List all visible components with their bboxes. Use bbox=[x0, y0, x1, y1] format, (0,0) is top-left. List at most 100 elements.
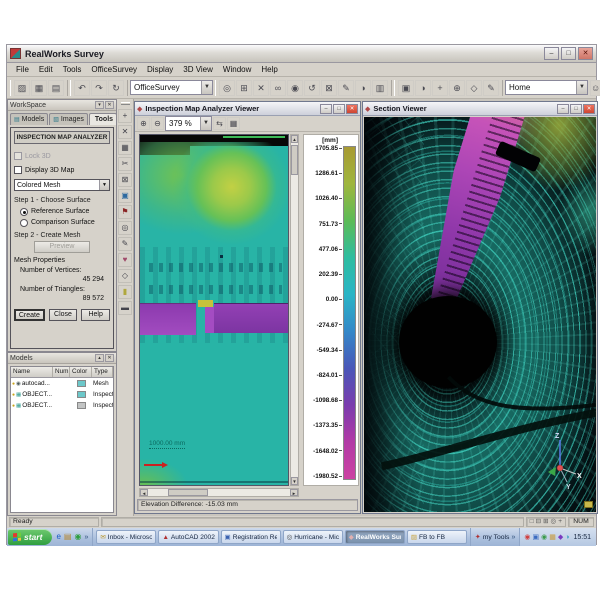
section-3d-view[interactable]: Z X Y bbox=[364, 117, 596, 512]
inspection-map-canvas[interactable]: 1000.00 mm bbox=[139, 134, 289, 486]
chart-icon[interactable]: ▥ bbox=[372, 80, 388, 96]
my-tools-label[interactable]: my Tools bbox=[483, 534, 510, 541]
merge-icon[interactable]: ∞ bbox=[270, 80, 286, 96]
panel-caption-button[interactable]: ✕ bbox=[105, 101, 114, 109]
snapshot-icon[interactable]: ▣ bbox=[398, 80, 414, 96]
redo-icon[interactable]: ↷ bbox=[91, 80, 107, 96]
home-combobox[interactable]: Home ▼ bbox=[505, 80, 588, 95]
sphere-icon[interactable]: ◉ bbox=[287, 80, 303, 96]
display-3d-map-checkbox-row[interactable]: Display 3D Map bbox=[14, 164, 110, 176]
lens-icon[interactable]: ◎ bbox=[551, 518, 557, 526]
edit-icon[interactable]: ✎ bbox=[338, 80, 354, 96]
plug-icon[interactable]: ▬ bbox=[118, 301, 132, 315]
horizontal-scrollbar[interactable]: ◄ ► bbox=[139, 488, 299, 497]
save-icon[interactable]: ▦ bbox=[31, 80, 47, 96]
balloon-icon[interactable]: ♥ bbox=[118, 253, 132, 267]
menu-item[interactable]: 3D View bbox=[178, 64, 218, 75]
task-button[interactable]: ◆ RealWorks Survey bbox=[345, 530, 405, 544]
chevron-down-icon[interactable]: ▼ bbox=[200, 117, 211, 130]
time-icon[interactable]: ◑ bbox=[355, 80, 371, 96]
swap-icon[interactable]: ⇆ bbox=[213, 117, 226, 130]
task-button[interactable]: ▣ Registration Rep... bbox=[221, 530, 281, 544]
pencil-icon[interactable]: ✎ bbox=[118, 237, 132, 251]
menu-item[interactable]: OfficeSurvey bbox=[86, 64, 142, 75]
zoom-out-icon[interactable]: ⊖ bbox=[151, 117, 164, 130]
maximize-button[interactable]: □ bbox=[561, 47, 576, 60]
orbit-icon[interactable]: ◑ bbox=[415, 80, 431, 96]
network-tray-icon[interactable]: ▣ bbox=[532, 534, 539, 541]
delete-icon[interactable]: ✕ bbox=[253, 80, 269, 96]
task-button[interactable]: ✉ Inbox - Microsof... bbox=[96, 530, 156, 544]
scroll-down-icon[interactable]: ▼ bbox=[291, 477, 298, 485]
close-button[interactable]: ✕ bbox=[583, 104, 595, 114]
preview-button[interactable]: Preview bbox=[34, 241, 90, 253]
cylinder-icon[interactable]: ▮ bbox=[118, 285, 132, 299]
print-icon[interactable]: ▤ bbox=[48, 80, 64, 96]
help-button[interactable]: Help bbox=[81, 309, 110, 321]
start-button[interactable]: start bbox=[8, 529, 52, 545]
volume-tray-icon[interactable]: ◉ bbox=[541, 534, 547, 541]
prism-icon[interactable]: ◇ bbox=[118, 269, 132, 283]
close-panel-button[interactable]: Close bbox=[49, 309, 78, 321]
reference-surface-radio-row[interactable]: Reference Surface bbox=[20, 206, 110, 217]
vertical-scrollbar[interactable]: ▲ ▼ bbox=[290, 134, 299, 486]
minimize-button[interactable]: – bbox=[557, 104, 569, 114]
comparison-surface-radio-row[interactable]: Comparison Surface bbox=[20, 217, 110, 228]
menu-item[interactable]: Display bbox=[142, 64, 178, 75]
column-header-color[interactable]: Color bbox=[70, 367, 92, 377]
maximize-button[interactable]: □ bbox=[570, 104, 582, 114]
fit-icon[interactable]: ⊠ bbox=[321, 80, 337, 96]
table-row[interactable]: ●▦OBJECT... Inspectio... bbox=[11, 400, 113, 411]
task-button[interactable]: ◎ Hurricane - Micro... bbox=[283, 530, 343, 544]
radio-icon[interactable] bbox=[20, 219, 28, 227]
user-icon[interactable]: ☺ bbox=[590, 80, 600, 96]
table-row[interactable]: ●◉autocad... Mesh bbox=[11, 378, 113, 389]
inspect-icon[interactable]: ▣ bbox=[118, 189, 132, 203]
pick-icon[interactable]: + bbox=[118, 109, 132, 123]
scroll-right-icon[interactable]: ► bbox=[290, 489, 298, 496]
workspace-tab[interactable]: ▧ Images bbox=[49, 113, 88, 125]
minimize-button[interactable]: – bbox=[544, 47, 559, 60]
menu-item[interactable]: Window bbox=[218, 64, 256, 75]
column-header-num[interactable]: Num... bbox=[53, 367, 70, 377]
workspace-tab[interactable]: Tools bbox=[89, 113, 117, 125]
checkbox-icon[interactable] bbox=[14, 152, 22, 160]
cursor-icon[interactable]: + bbox=[558, 518, 562, 526]
mesh-type-select[interactable]: Colored Mesh ▼ bbox=[14, 179, 110, 191]
panel-caption-button[interactable]: ✕ bbox=[105, 354, 114, 362]
tile-horizontal-icon[interactable]: ⊟ bbox=[536, 518, 541, 526]
panel-caption-button[interactable]: ▴ bbox=[95, 354, 104, 362]
pan-view-icon[interactable]: + bbox=[432, 80, 448, 96]
maximize-button[interactable]: □ bbox=[333, 104, 345, 114]
update-tray-icon[interactable]: ▦ bbox=[549, 534, 556, 541]
measure-icon[interactable]: ◇ bbox=[466, 80, 482, 96]
cut-icon[interactable]: ✂ bbox=[118, 157, 132, 171]
scroll-up-icon[interactable]: ▲ bbox=[291, 135, 298, 143]
chevron-more-icon[interactable]: » bbox=[84, 534, 88, 541]
module-combobox[interactable]: OfficeSurvey ▼ bbox=[130, 80, 213, 95]
segmentation-icon[interactable]: ⊞ bbox=[236, 80, 252, 96]
display-tray-icon[interactable]: ◆ bbox=[558, 534, 563, 541]
rotate-icon[interactable]: ↺ bbox=[304, 80, 320, 96]
panel-caption-button[interactable]: ▾ bbox=[95, 101, 104, 109]
chevron-down-icon[interactable]: ▼ bbox=[99, 180, 109, 190]
target-icon[interactable]: ◎ bbox=[219, 80, 235, 96]
create-button[interactable]: Create bbox=[14, 309, 45, 321]
workspace-tab[interactable]: ▤ Models bbox=[10, 113, 48, 125]
tile-vertical-icon[interactable]: ⊞ bbox=[543, 518, 548, 526]
task-button[interactable]: ▲ AutoCAD 2002 bbox=[158, 530, 218, 544]
power-tray-icon[interactable]: ◑ bbox=[565, 534, 569, 541]
checkbox-icon[interactable] bbox=[14, 166, 22, 174]
grid-select-icon[interactable]: ▦ bbox=[118, 141, 132, 155]
task-button[interactable]: ▨ FB to FB bbox=[407, 530, 467, 544]
table-row[interactable]: ●▦OBJECT... Inspectio... bbox=[11, 389, 113, 400]
close-button[interactable]: ✕ bbox=[578, 47, 593, 60]
toolbar-handle[interactable] bbox=[121, 102, 130, 105]
open-icon[interactable]: ▨ bbox=[14, 80, 30, 96]
flag-icon[interactable]: ⚑ bbox=[118, 205, 132, 219]
visibility-bulb-icon[interactable]: ● bbox=[12, 403, 15, 409]
refresh-icon[interactable]: ↻ bbox=[108, 80, 124, 96]
chevron-more-icon[interactable]: » bbox=[511, 534, 515, 541]
column-header-name[interactable]: Name bbox=[11, 367, 53, 377]
antivirus-tray-icon[interactable]: ◉ bbox=[524, 534, 530, 541]
